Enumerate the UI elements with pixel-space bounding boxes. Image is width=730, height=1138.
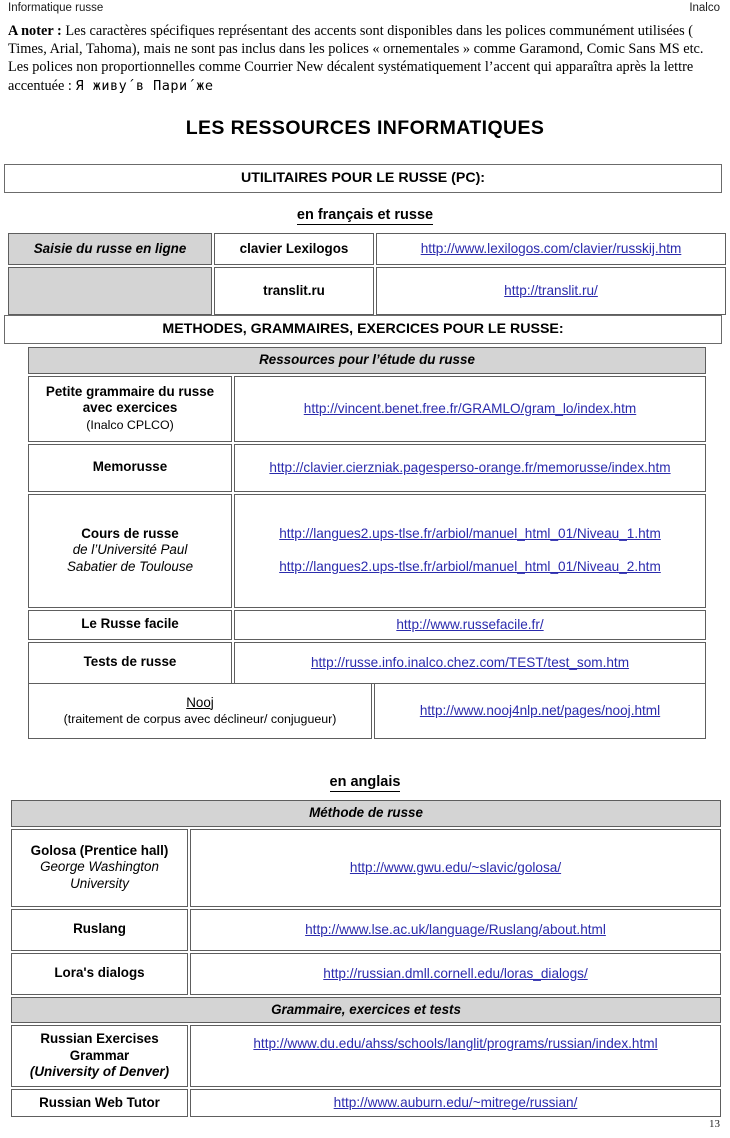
cell-saisie-label: Saisie du russe en ligne bbox=[8, 233, 212, 265]
section-banner-utilitaires: UTILITAIRES POUR LE RUSSE (PC): bbox=[4, 164, 722, 193]
intro-note: A noter : Les caractères spécifiques rep… bbox=[8, 22, 722, 95]
table-row: Nooj (traitement de corpus avec déclineu… bbox=[28, 683, 706, 739]
link-memorusse[interactable]: http://clavier.cierzniak.pagesperso-oran… bbox=[269, 460, 670, 475]
table-section-row: Ressources pour l’étude du russe bbox=[28, 347, 706, 374]
table-section-row: Méthode de russe bbox=[11, 800, 722, 827]
cell-link-ruslang[interactable]: http://www.lse.ac.uk/language/Ruslang/ab… bbox=[190, 908, 722, 951]
table-row: Golosa (Prentice hall) George Washington… bbox=[11, 828, 722, 907]
table-row: Ruslang http://www.lse.ac.uk/language/Ru… bbox=[11, 908, 722, 951]
cell-ruslang: Ruslang bbox=[11, 908, 188, 951]
section-header-ressources-etude: Ressources pour l’étude du russe bbox=[28, 347, 706, 374]
note-line-1: Les caractères spécifiques représentant … bbox=[61, 23, 693, 39]
link-spacer bbox=[239, 545, 701, 556]
table-row: Le Russe facile http://www.russefacile.f… bbox=[28, 609, 706, 640]
subheading-english-text: en anglais bbox=[329, 774, 401, 792]
cell-translit-ru: translit.ru bbox=[214, 267, 374, 315]
subheading-french: en français et russe bbox=[0, 207, 730, 225]
cell-russe-facile: Le Russe facile bbox=[28, 609, 232, 640]
subheading-french-text: en français et russe bbox=[296, 207, 434, 225]
section-header-grammaire-exercices: Grammaire, exercices et tests bbox=[11, 996, 722, 1023]
link-russefacile[interactable]: http://www.russefacile.fr/ bbox=[396, 617, 543, 632]
cell-loras-dialogs: Lora's dialogs bbox=[11, 952, 188, 995]
cell-golosa-italic: George Washington University bbox=[40, 859, 159, 891]
cell-tests-de-russe: Tests de russe bbox=[28, 641, 232, 684]
running-head-left: Informatique russe bbox=[8, 2, 104, 14]
cell-link-du-edu[interactable]: http://www.du.edu/ahss/schools/langlit/p… bbox=[190, 1025, 722, 1087]
cell-cours-de-russe: Cours de russe de l’Université Paul Saba… bbox=[28, 493, 232, 608]
link-golosa[interactable]: http://www.gwu.edu/~slavic/golosa/ bbox=[350, 860, 561, 875]
table-row: Russian Web Tutor http://www.auburn.edu/… bbox=[11, 1089, 722, 1117]
link-loras-dialogs[interactable]: http://russian.dmll.cornell.edu/loras_di… bbox=[323, 966, 587, 981]
cell-link-lexilogos[interactable]: http://www.lexilogos.com/clavier/russkij… bbox=[376, 233, 726, 265]
link-nooj[interactable]: http://www.nooj4nlp.net/pages/nooj.html bbox=[420, 703, 660, 718]
link-niveau-1[interactable]: http://langues2.ups-tlse.fr/arbiol/manue… bbox=[239, 525, 701, 543]
link-du-edu[interactable]: http://www.du.edu/ahss/schools/langlit/p… bbox=[253, 1036, 657, 1051]
note-line-4-prefix: accentuée : bbox=[8, 77, 76, 94]
table-ressources-francais: Ressources pour l’étude du russe Petite … bbox=[26, 345, 708, 686]
cell-petite-grammaire-title: Petite grammaire du russe avec exercices bbox=[45, 383, 215, 416]
cell-link-auburn[interactable]: http://www.auburn.edu/~mitrege/russian/ bbox=[190, 1089, 722, 1117]
note-line-2: Times, Arial, Tahoma), mais ne sont pas … bbox=[8, 41, 704, 58]
link-lexilogos[interactable]: http://www.lexilogos.com/clavier/russkij… bbox=[421, 241, 682, 256]
cell-cours-de-russe-italic-1: de l’Université Paul bbox=[72, 542, 188, 558]
cell-golosa-title: Golosa (Prentice hall) bbox=[30, 842, 169, 858]
cell-nooj-title: Nooj bbox=[186, 694, 214, 710]
cell-golosa: Golosa (Prentice hall) George Washington… bbox=[11, 828, 188, 907]
running-head-right: Inalco bbox=[689, 2, 720, 14]
cell-petite-grammaire: Petite grammaire du russe avec exercices… bbox=[28, 375, 232, 442]
cell-link-memorusse[interactable]: http://clavier.cierzniak.pagesperso-oran… bbox=[234, 443, 706, 492]
cell-nooj: Nooj (traitement de corpus avec déclineu… bbox=[28, 683, 372, 739]
note-line-3: Les polices non proportionnelles comme C… bbox=[8, 59, 694, 76]
cell-link-translit[interactable]: http://translit.ru/ bbox=[376, 267, 726, 315]
page-number: 13 bbox=[709, 1118, 720, 1130]
cell-nooj-sub: (traitement de corpus avec déclineur/ co… bbox=[63, 712, 337, 726]
cell-link-nooj[interactable]: http://www.nooj4nlp.net/pages/nooj.html bbox=[374, 683, 706, 739]
link-auburn[interactable]: http://www.auburn.edu/~mitrege/russian/ bbox=[334, 1095, 578, 1110]
note-cyrillic-example: Я живу´в Пари´же bbox=[75, 77, 214, 94]
table-row: Saisie du russe en ligne clavier Lexilog… bbox=[8, 233, 726, 265]
cell-link-vincent-benet[interactable]: http://vincent.benet.free.fr/GRAMLO/gram… bbox=[234, 375, 706, 442]
cell-memorusse: Memorusse bbox=[28, 443, 232, 492]
table-row: Russian Exercises Grammar (University of… bbox=[11, 1025, 722, 1087]
link-ruslang[interactable]: http://www.lse.ac.uk/language/Ruslang/ab… bbox=[305, 922, 606, 937]
cell-link-golosa[interactable]: http://www.gwu.edu/~slavic/golosa/ bbox=[190, 828, 722, 907]
table-section-row: Grammaire, exercices et tests bbox=[11, 996, 722, 1023]
cell-link-langues2[interactable]: http://langues2.ups-tlse.fr/arbiol/manue… bbox=[234, 493, 706, 608]
cell-russian-web-tutor: Russian Web Tutor bbox=[11, 1089, 188, 1117]
table-row: Petite grammaire du russe avec exercices… bbox=[28, 375, 706, 442]
running-head: Informatique russe Inalco bbox=[8, 2, 720, 16]
section-banner-methodes: METHODES, GRAMMAIRES, EXERCICES POUR LE … bbox=[4, 315, 722, 344]
cell-link-russefacile[interactable]: http://www.russefacile.fr/ bbox=[234, 609, 706, 640]
cell-link-tests-de-russe[interactable]: http://russe.info.inalco.chez.com/TEST/t… bbox=[234, 641, 706, 684]
link-tests-de-russe[interactable]: http://russe.info.inalco.chez.com/TEST/t… bbox=[311, 655, 629, 670]
note-label: A noter : bbox=[8, 23, 62, 39]
table-row: Lora's dialogs http://russian.dmll.corne… bbox=[11, 952, 722, 995]
cell-cours-de-russe-italic-2: Sabatier de Toulouse bbox=[66, 558, 194, 574]
cell-empty-gray bbox=[8, 267, 212, 315]
table-utilitaires: Saisie du russe en ligne clavier Lexilog… bbox=[6, 231, 728, 317]
link-niveau-2[interactable]: http://langues2.ups-tlse.fr/arbiol/manue… bbox=[239, 558, 701, 576]
table-nooj: Nooj (traitement de corpus avec déclineu… bbox=[26, 681, 708, 741]
cell-russian-exercises-grammar: Russian Exercises Grammar (University of… bbox=[11, 1025, 188, 1087]
cell-russian-exercises-italic: (University of Denver) bbox=[29, 1064, 170, 1080]
link-translit[interactable]: http://translit.ru/ bbox=[504, 283, 598, 298]
table-ressources-anglais: Méthode de russe Golosa (Prentice hall) … bbox=[9, 798, 723, 1119]
cell-clavier-lexilogos: clavier Lexilogos bbox=[214, 233, 374, 265]
cell-link-loras-dialogs[interactable]: http://russian.dmll.cornell.edu/loras_di… bbox=[190, 952, 722, 995]
section-header-methode-de-russe: Méthode de russe bbox=[11, 800, 722, 827]
cell-petite-grammaire-sub: (Inalco CPLCO) bbox=[86, 417, 174, 432]
cell-russian-exercises-title: Russian Exercises Grammar bbox=[40, 1031, 159, 1063]
subheading-english: en anglais bbox=[0, 774, 730, 792]
cell-cours-de-russe-title: Cours de russe bbox=[81, 525, 179, 541]
table-row: Cours de russe de l’Université Paul Saba… bbox=[28, 493, 706, 608]
table-row: Tests de russe http://russe.info.inalco.… bbox=[28, 641, 706, 684]
page-title: LES RESSOURCES INFORMATIQUES bbox=[185, 117, 545, 139]
link-vincent-benet[interactable]: http://vincent.benet.free.fr/GRAMLO/gram… bbox=[304, 401, 636, 416]
table-row: Memorusse http://clavier.cierzniak.pages… bbox=[28, 443, 706, 492]
table-row: translit.ru http://translit.ru/ bbox=[8, 267, 726, 315]
